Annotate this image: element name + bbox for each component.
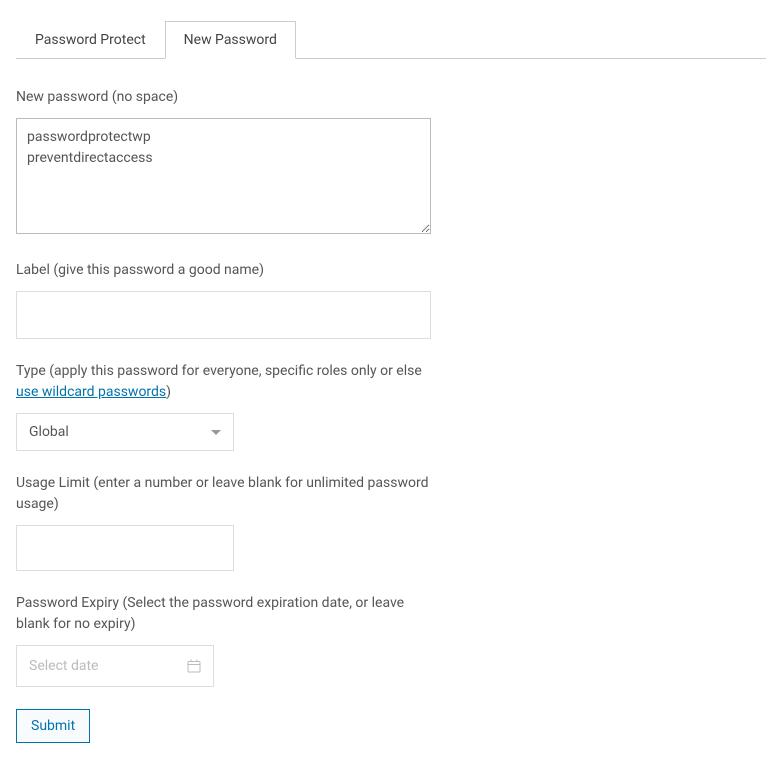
- password-expiry-input[interactable]: Select date: [16, 645, 214, 687]
- tabs-container: Password Protect New Password: [16, 20, 766, 59]
- wildcard-passwords-link[interactable]: use wildcard passwords: [16, 384, 166, 400]
- password-expiry-label: Password Expiry (Select the password exp…: [16, 593, 431, 635]
- date-placeholder-text: Select date: [29, 658, 98, 674]
- caret-down-icon: [211, 430, 221, 435]
- new-password-input[interactable]: passwordprotectwp preventdirectaccess: [16, 118, 431, 234]
- type-field-group: Type (apply this password for everyone, …: [16, 361, 766, 451]
- type-select-value: Global: [29, 424, 69, 440]
- password-expiry-group: Password Expiry (Select the password exp…: [16, 593, 766, 687]
- tab-new-password[interactable]: New Password: [165, 21, 296, 59]
- label-field-input[interactable]: [16, 291, 431, 339]
- usage-limit-label: Usage Limit (enter a number or leave bla…: [16, 473, 431, 515]
- usage-limit-group: Usage Limit (enter a number or leave bla…: [16, 473, 766, 571]
- type-field-label: Type (apply this password for everyone, …: [16, 361, 431, 403]
- type-select[interactable]: Global: [16, 413, 234, 451]
- calendar-icon: [187, 659, 201, 673]
- type-label-suffix: ): [166, 384, 171, 400]
- new-password-group: New password (no space) passwordprotectw…: [16, 87, 766, 238]
- type-label-prefix: Type (apply this password for everyone, …: [16, 363, 422, 379]
- usage-limit-input[interactable]: [16, 525, 234, 571]
- new-password-label: New password (no space): [16, 87, 766, 108]
- label-field-label: Label (give this password a good name): [16, 260, 766, 281]
- label-field-group: Label (give this password a good name): [16, 260, 766, 339]
- tab-password-protect[interactable]: Password Protect: [16, 21, 165, 59]
- submit-button[interactable]: Submit: [16, 709, 90, 743]
